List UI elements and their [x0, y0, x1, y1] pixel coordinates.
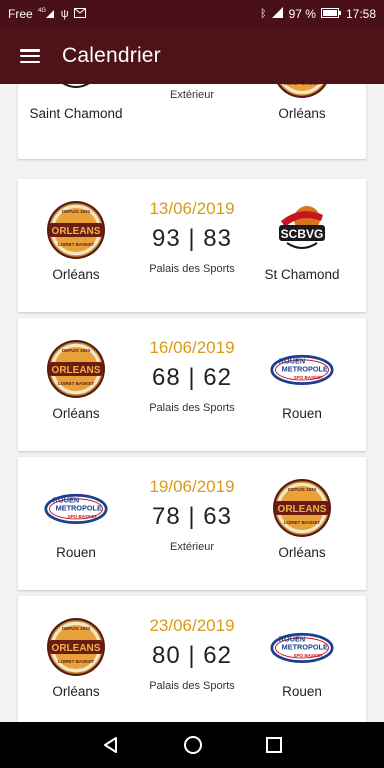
match-date: 16/06/2019: [149, 338, 235, 357]
home-icon[interactable]: [183, 735, 203, 755]
wifi-signal-icon: [271, 6, 284, 22]
status-bar: Free 4G ψ ᛒ 97 % 17:58: [0, 0, 384, 28]
svg-text:LOIRET BASKET: LOIRET BASKET: [58, 381, 95, 386]
match-score: 93 | 83: [152, 225, 232, 252]
match-card[interactable]: SCBVG Saint Chamond 81 | 75 Extérieur DE…: [18, 84, 366, 159]
signal-icon: 4G: [38, 7, 56, 22]
svg-text:LOIRET BASKET: LOIRET BASKET: [58, 659, 95, 664]
match-card[interactable]: DEPUIS 1933 ORLEANS LOIRET BASKET Orléans …: [18, 596, 366, 722]
away-team-name: St Chamond: [264, 267, 340, 282]
rouen-logo-icon: ROUEN METROPOLE SPO BASKET: [270, 338, 334, 400]
page-title: Calendrier: [62, 44, 161, 67]
match-score: 80 | 62: [152, 642, 232, 669]
recents-icon[interactable]: [266, 737, 283, 753]
match-venue: Extérieur: [169, 541, 215, 553]
home-team: DEPUIS 1933 ORLEANS LOIRET BASKET Orléans: [16, 616, 136, 699]
orleans-logo-icon: DEPUIS 1933ORLEANSLOIRET BASKET: [270, 84, 334, 100]
clock: 17:58: [345, 7, 376, 21]
match-venue: Palais des Sports: [149, 402, 235, 414]
menu-icon[interactable]: [20, 49, 40, 63]
svg-text:SPO BASKET: SPO BASKET: [294, 375, 324, 380]
svg-text:DEPUIS 1933: DEPUIS 1933: [62, 626, 91, 631]
match-card[interactable]: ROUEN METROPOLE SPO BASKET Rouen 19/06/201…: [18, 457, 366, 590]
back-icon[interactable]: [102, 736, 120, 754]
battery-icon: [320, 7, 341, 21]
home-team: DEPUIS 1933 ORLEANS LOIRET BASKET Orléans: [16, 338, 136, 421]
svg-text:LOIRET BASKET: LOIRET BASKET: [284, 520, 321, 525]
home-team: SCBVG Saint Chamond: [16, 84, 136, 121]
rouen-logo-icon: ROUEN METROPOLE SPO BASKET: [270, 616, 334, 678]
away-team: ROUEN METROPOLE SPO BASKET Rouen: [242, 616, 362, 699]
scbvg-logo-icon: SCBVG: [270, 199, 334, 261]
away-team: DEPUIS 1933ORLEANSLOIRET BASKET Orléans: [242, 84, 362, 121]
svg-text:SPO BASKET: SPO BASKET: [294, 653, 324, 658]
network-label: 4G: [38, 8, 46, 14]
home-team-name: Rouen: [56, 545, 96, 560]
match-venue: Palais des Sports: [149, 263, 235, 275]
svg-text:LOIRET BASKET: LOIRET BASKET: [284, 84, 321, 86]
away-team-name: Orléans: [278, 106, 326, 121]
svg-text:SPO BASKET: SPO BASKET: [68, 514, 98, 519]
app-bar: Calendrier: [0, 28, 384, 84]
svg-text:LOIRET BASKET: LOIRET BASKET: [58, 242, 95, 247]
match-card[interactable]: DEPUIS 1933 ORLEANS LOIRET BASKET Orléans …: [18, 179, 366, 312]
orleans-logo-icon: DEPUIS 1933 ORLEANS LOIRET BASKET: [44, 616, 108, 678]
bluetooth-icon: ᛒ: [260, 8, 267, 20]
away-team: SCBVG St Chamond: [242, 199, 362, 282]
battery-percent: 97 %: [288, 7, 316, 21]
match-venue: Palais des Sports: [149, 680, 235, 692]
svg-text:DEPUIS 1933: DEPUIS 1933: [62, 209, 91, 214]
svg-text:ORLEANS: ORLEANS: [278, 504, 327, 515]
orleans-logo-icon: DEPUIS 1933 ORLEANS LOIRET BASKET: [270, 477, 334, 539]
svg-text:METROPOLE: METROPOLE: [282, 643, 328, 652]
home-team-name: Orléans: [52, 267, 100, 282]
home-team: ROUEN METROPOLE SPO BASKET Rouen: [16, 477, 136, 560]
svg-text:DEPUIS 1933: DEPUIS 1933: [288, 487, 317, 492]
home-team-name: Orléans: [52, 406, 100, 421]
match-score: 78 | 63: [152, 503, 232, 530]
orleans-logo-icon: DEPUIS 1933 ORLEANS LOIRET BASKET: [44, 338, 108, 400]
svg-text:DEPUIS 1933: DEPUIS 1933: [62, 348, 91, 353]
system-nav-bar: [0, 722, 384, 768]
svg-text:ORLEANS: ORLEANS: [52, 643, 101, 654]
match-list[interactable]: SCBVG Saint Chamond 81 | 75 Extérieur DE…: [0, 84, 384, 722]
carrier-label: Free: [8, 7, 33, 21]
svg-text:ORLEANS: ORLEANS: [52, 226, 101, 237]
match-venue: Extérieur: [169, 89, 215, 101]
away-team-name: Orléans: [278, 545, 326, 560]
svg-text:METROPOLE: METROPOLE: [282, 365, 328, 374]
home-team-name: Saint Chamond: [29, 106, 123, 121]
match-date: 13/06/2019: [149, 199, 235, 218]
orleans-logo-icon: DEPUIS 1933 ORLEANS LOIRET BASKET: [44, 199, 108, 261]
svg-text:METROPOLE: METROPOLE: [56, 504, 102, 513]
home-team-name: Orléans: [52, 684, 100, 699]
away-team-name: Rouen: [282, 684, 322, 699]
usb-icon: ψ: [60, 8, 69, 20]
rouen-logo-icon: ROUEN METROPOLE SPO BASKET: [44, 477, 108, 539]
svg-text:SCBVG: SCBVG: [281, 227, 324, 241]
away-team: DEPUIS 1933 ORLEANS LOIRET BASKET Orléans: [242, 477, 362, 560]
mail-icon: [73, 7, 86, 21]
match-date: 19/06/2019: [149, 477, 235, 496]
away-team: ROUEN METROPOLE SPO BASKET Rouen: [242, 338, 362, 421]
scbvg-logo-icon: SCBVG: [44, 84, 108, 100]
match-date: 23/06/2019: [149, 616, 235, 635]
match-card[interactable]: DEPUIS 1933 ORLEANS LOIRET BASKET Orléans …: [18, 318, 366, 451]
match-score: 68 | 62: [152, 364, 232, 391]
away-team-name: Rouen: [282, 406, 322, 421]
home-team: DEPUIS 1933 ORLEANS LOIRET BASKET Orléans: [16, 199, 136, 282]
svg-text:ORLEANS: ORLEANS: [52, 365, 101, 376]
